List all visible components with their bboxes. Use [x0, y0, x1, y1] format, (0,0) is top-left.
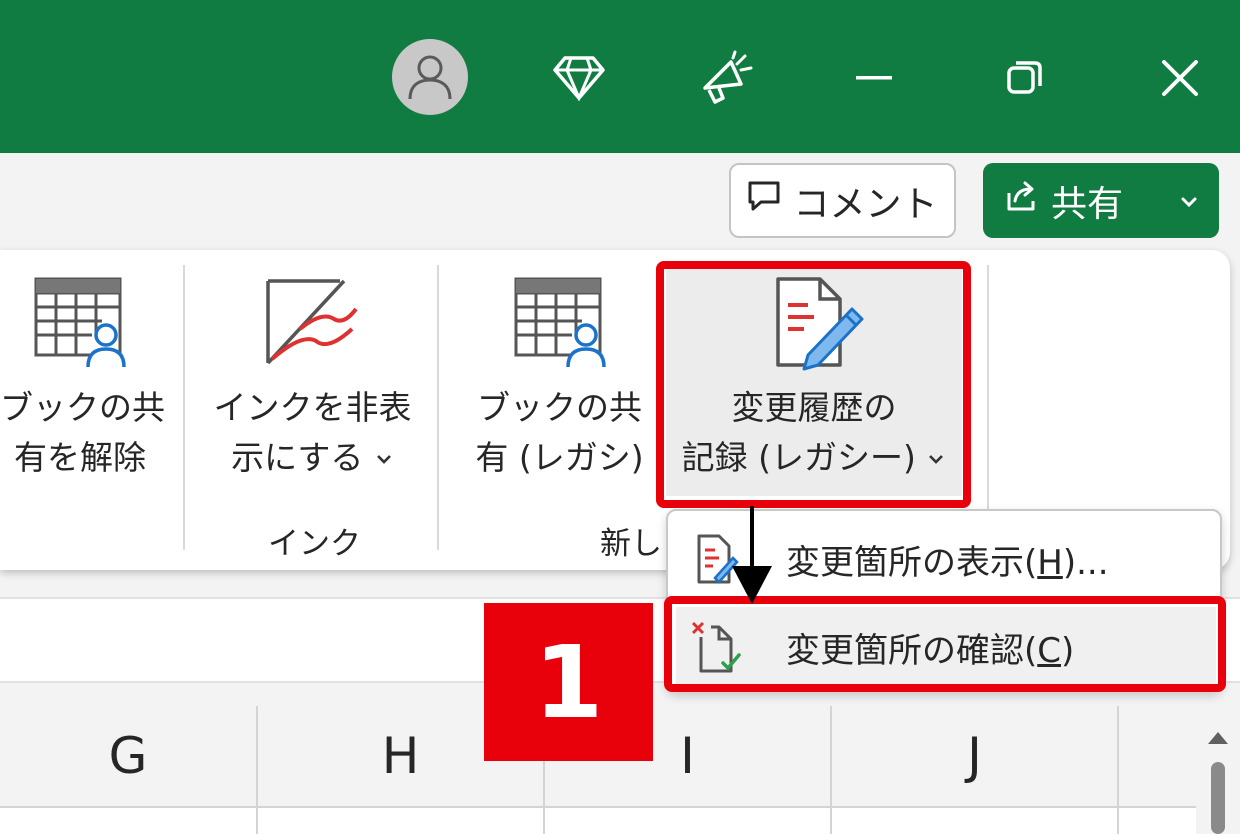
ribbon-separator: [987, 265, 989, 550]
scroll-up-arrow-icon[interactable]: [1196, 706, 1240, 834]
hide-ink-icon: [266, 279, 358, 365]
step-number-badge: 1: [484, 603, 653, 761]
button-label-line1: インクを非表: [213, 388, 412, 427]
account-avatar-icon[interactable]: [392, 39, 468, 115]
highlight-box-track-changes: [656, 261, 971, 508]
column-header-j[interactable]: J: [832, 706, 1119, 806]
ribbon-separator: [183, 265, 185, 550]
close-icon[interactable]: [1142, 40, 1218, 116]
minimize-icon[interactable]: [836, 40, 912, 116]
menu-item-label-suffix: )...: [1062, 542, 1109, 583]
button-label-line2: 有を解除: [14, 438, 146, 477]
button-label-line1: ブックの共: [477, 388, 642, 427]
grid-line: [1117, 806, 1119, 834]
unshare-workbook-icon: [34, 277, 126, 368]
share-label: 共有: [1051, 183, 1124, 225]
button-label-line2: 有 (レガシ): [475, 438, 644, 477]
share-icon: [1005, 179, 1039, 222]
ribbon-group-label-new: 新し: [600, 526, 662, 562]
title-bar: [0, 0, 1240, 153]
column-header-g[interactable]: G: [0, 706, 258, 806]
vertical-scrollbar[interactable]: [1196, 706, 1240, 834]
grid-line: [256, 806, 258, 834]
menu-item-accelerator: H: [1037, 542, 1063, 583]
feedback-megaphone-icon[interactable]: [689, 40, 765, 116]
annotation-arrow-icon: [732, 506, 772, 604]
comment-label: コメント: [793, 183, 938, 225]
menu-item-label: 変更箇所の表示(: [786, 542, 1038, 583]
comment-icon: [747, 180, 781, 221]
premium-diamond-icon[interactable]: [541, 40, 617, 116]
comment-button[interactable]: コメント: [729, 163, 956, 238]
button-label-line1: ブックの共: [0, 388, 165, 427]
highlight-box-accept-reject: [664, 596, 1226, 692]
share-button[interactable]: 共有: [983, 163, 1219, 238]
ribbon-group-label-ink: インク: [268, 526, 361, 562]
button-label-line2: 示にする: [231, 438, 364, 477]
chevron-down-icon: [377, 455, 391, 464]
restore-icon[interactable]: [987, 40, 1063, 116]
chevron-down-icon[interactable]: [1179, 185, 1199, 226]
grid-row[interactable]: [0, 806, 1196, 834]
ribbon-separator: [437, 265, 439, 550]
grid-line: [543, 806, 545, 834]
share-workbook-legacy-icon: [514, 277, 606, 368]
grid-line: [830, 806, 832, 834]
